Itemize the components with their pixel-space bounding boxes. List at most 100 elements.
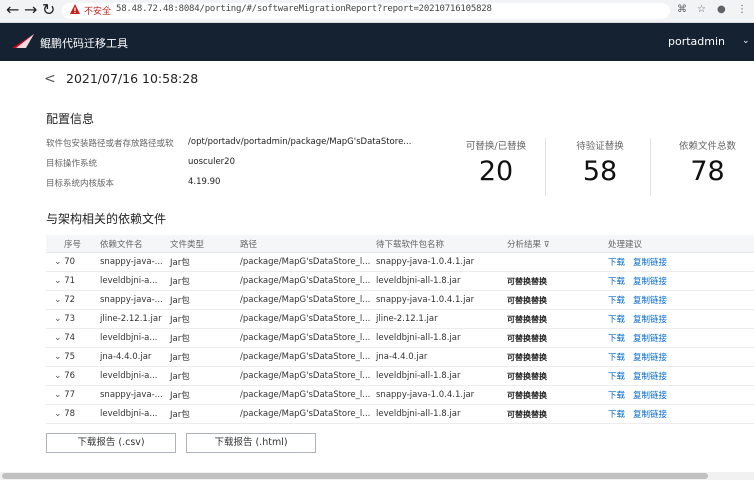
cell-result [503,252,604,272]
cell-result: 可替换替换 [503,347,604,367]
row-number: 76 [64,371,76,381]
chevron-down-icon[interactable]: ⌄ [742,36,750,46]
back-nav-icon[interactable]: ← [6,0,19,19]
download-link[interactable]: 下载 [608,258,625,268]
expand-chevron-icon[interactable]: ⌄ [50,409,62,419]
cell-filetype: Jar包 [166,271,236,291]
result-text: 可替换替换 [507,314,547,324]
cell-result: 可替换替换 [503,385,604,405]
expand-chevron-icon[interactable]: ⌄ [50,295,62,305]
copy-link[interactable]: 复制链接 [633,410,667,420]
copy-link[interactable]: 复制链接 [633,258,667,268]
copy-link[interactable]: 复制链接 [633,296,667,306]
scrollbar-thumb[interactable] [2,473,708,479]
download-link[interactable]: 下载 [608,315,625,325]
menu-icon[interactable]: ⋮ [737,4,747,15]
cell-actions: 下载 复制链接 [604,366,754,386]
cell-filetype: Jar包 [166,328,236,348]
expand-chevron-icon[interactable]: ⌄ [50,257,62,267]
cell-path: /package/MapG'sDataStore_l... [236,252,372,272]
copy-link[interactable]: 复制链接 [633,315,667,325]
stat-value-pending: 58 [582,156,618,187]
cell-actions: 下载 复制链接 [604,271,754,291]
copy-link[interactable]: 复制链接 [633,391,667,401]
url-text[interactable]: 58.48.72.48:8084/porting/#/softwareMigra… [116,4,492,14]
row-number: 73 [64,314,76,324]
cell-result: 可替换替换 [503,309,604,329]
download-link[interactable]: 下载 [608,296,625,306]
reload-icon[interactable]: ↻ [42,0,55,19]
download-link[interactable]: 下载 [608,277,625,287]
cell-filetype: Jar包 [166,290,236,310]
stat-value-replaceable: 20 [478,156,514,187]
download-html-button[interactable]: 下载报告 (.html) [186,433,316,453]
table-header-row: 序号 依赖文件名 文件类型 路径 待下载软件包名称 分析结果 ⊽ 处理建议 [46,235,754,253]
cell-path: /package/MapG'sDataStore_l... [236,404,372,424]
download-link[interactable]: 下载 [608,372,625,382]
stat-label-pending: 待验证替换 [576,141,624,152]
copy-link[interactable]: 复制链接 [633,334,667,344]
table-row: ⌄ 72 snappy-java-... Jar包/package/MapG'sDa… [46,290,754,310]
expand-chevron-icon[interactable]: ⌄ [50,333,62,343]
translate-icon[interactable]: ⌘ [677,4,687,15]
cell-filename: leveldbjni-a... [96,366,166,386]
cell-path: /package/MapG'sDataStore_l... [236,309,372,329]
col-header-path: 路径 [236,235,372,253]
download-csv-button[interactable]: 下载报告 (.csv) [46,433,176,453]
download-link[interactable]: 下载 [608,410,625,420]
cell-filename: leveldbjni-a... [96,404,166,424]
copy-link[interactable]: 复制链接 [633,353,667,363]
cell-result: 可替换替换 [503,290,604,310]
col-header-result[interactable]: 分析结果 ⊽ [503,235,604,253]
table-row: ⌄ 71 leveldbjni-a... Jar包/package/MapG'sDa… [46,271,754,291]
cell-filename: leveldbjni-a... [96,271,166,291]
expand-chevron-icon[interactable]: ⌄ [50,371,62,381]
expand-chevron-icon[interactable]: ⌄ [50,276,62,286]
result-text: 可替换替换 [507,295,547,305]
cell-no: ⌄ 70 [46,252,96,272]
config-value-path: /opt/portadv/portadmin/package/MapG'sDat… [188,137,412,147]
expand-chevron-icon[interactable]: ⌄ [50,314,62,324]
config-label-os: 目标操作系统 [46,159,98,169]
col-header-filetype: 文件类型 [166,235,236,253]
table-row: ⌄ 76 leveldbjni-a... Jar包/package/MapG'sDa… [46,366,754,386]
result-text: 可替换替换 [507,333,547,343]
user-menu[interactable]: portadmin [668,35,725,48]
cell-filetype: Jar包 [166,404,236,424]
insecure-label: 不安全 [84,7,112,17]
table-row: ⌄ 73 jline-2.12.1.jar Jar包/package/MapG'sD… [46,309,754,329]
expand-chevron-icon[interactable]: ⌄ [50,390,62,400]
cell-path: /package/MapG'sDataStore_l... [236,290,372,310]
back-arrow-icon[interactable]: < [44,71,56,87]
result-text: 可替换替换 [507,390,547,400]
profile-icon[interactable]: ● [717,4,726,15]
copy-link[interactable]: 复制链接 [633,372,667,382]
col-header-result-label: 分析结果 [507,239,542,250]
cell-package: leveldbjni-all-1.8.jar [372,271,503,291]
col-header-no: 序号 [46,235,96,253]
stat-value-total: 78 [690,156,725,187]
cell-filename: jline-2.12.1.jar [96,309,166,329]
cell-result: 可替换替换 [503,328,604,348]
cell-package: leveldbjni-all-1.8.jar [372,366,503,386]
cell-path: /package/MapG'sDataStore_l... [236,271,372,291]
cell-path: /package/MapG'sDataStore_l... [236,347,372,367]
cell-filetype: Jar包 [166,252,236,272]
warning-icon [70,4,80,14]
cell-package: snappy-java-1.0.4.1.jar [372,252,503,272]
expand-chevron-icon[interactable]: ⌄ [50,352,62,362]
row-number: 70 [64,257,76,267]
copy-link[interactable]: 复制链接 [633,277,667,287]
download-link[interactable]: 下载 [608,353,625,363]
download-link[interactable]: 下载 [608,334,625,344]
cell-path: /package/MapG'sDataStore_l... [236,328,372,348]
cell-package: leveldbjni-all-1.8.jar [372,404,503,424]
forward-nav-icon[interactable]: → [24,0,37,19]
filter-icon[interactable]: ⊽ [544,240,550,249]
row-number: 74 [64,333,76,343]
download-link[interactable]: 下载 [608,391,625,401]
bookmark-star-icon[interactable]: ☆ [697,4,706,15]
cell-actions: 下载 复制链接 [604,309,754,329]
cell-actions: 下载 复制链接 [604,385,754,405]
cell-filetype: Jar包 [166,347,236,367]
